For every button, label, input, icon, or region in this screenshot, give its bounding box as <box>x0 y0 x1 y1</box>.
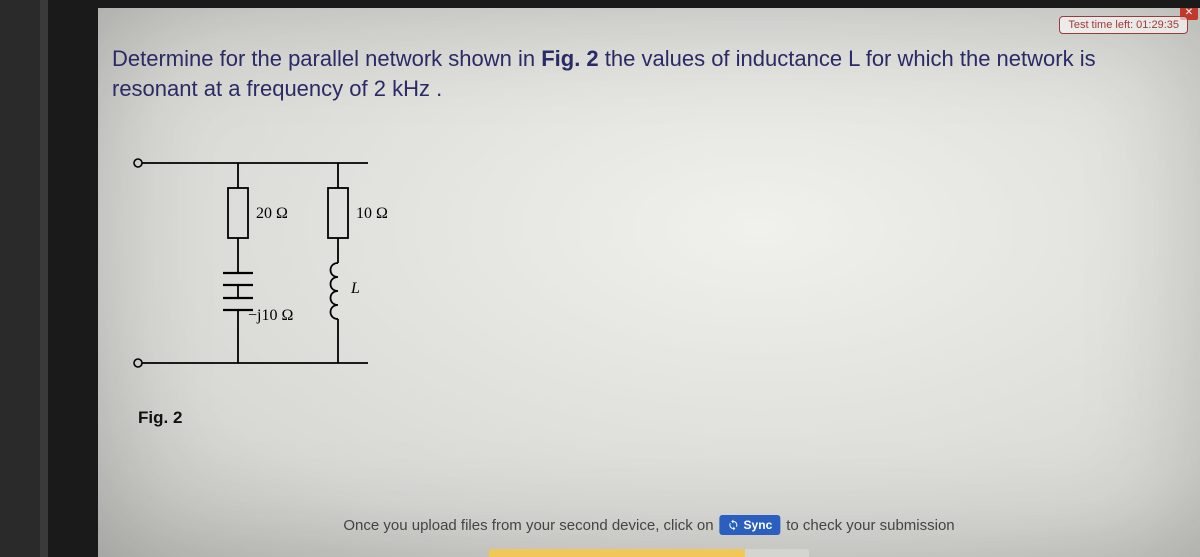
upload-suffix: to check your submission <box>786 517 954 534</box>
upload-prefix: Once you upload files from your second d… <box>343 517 713 534</box>
circuit-diagram: 20 Ω 10 Ω −j10 Ω L <box>128 143 428 403</box>
question-figure-reference: Fig. 2 <box>541 46 598 71</box>
progress-strip <box>489 549 809 557</box>
r1-value-label: 20 Ω <box>256 205 288 222</box>
app-outer-frame: ✕ Test time left: 01:29:35 Determine for… <box>40 0 1200 557</box>
sync-icon <box>728 519 740 531</box>
question-part1: Determine for the parallel network shown… <box>112 46 541 71</box>
question-paper-area: ✕ Test time left: 01:29:35 Determine for… <box>98 8 1200 557</box>
r2-value-label: 10 Ω <box>356 205 388 222</box>
figure-caption: Fig. 2 <box>138 408 182 428</box>
sync-button-label: Sync <box>744 518 773 532</box>
test-timer-badge: Test time left: 01:29:35 <box>1059 16 1188 34</box>
upload-instruction: Once you upload files from your second d… <box>343 515 954 535</box>
question-text: Determine for the parallel network shown… <box>112 44 1186 103</box>
inductor-label: L <box>350 280 360 297</box>
sync-button[interactable]: Sync <box>720 515 781 535</box>
xc-value-label: −j10 Ω <box>248 307 293 324</box>
